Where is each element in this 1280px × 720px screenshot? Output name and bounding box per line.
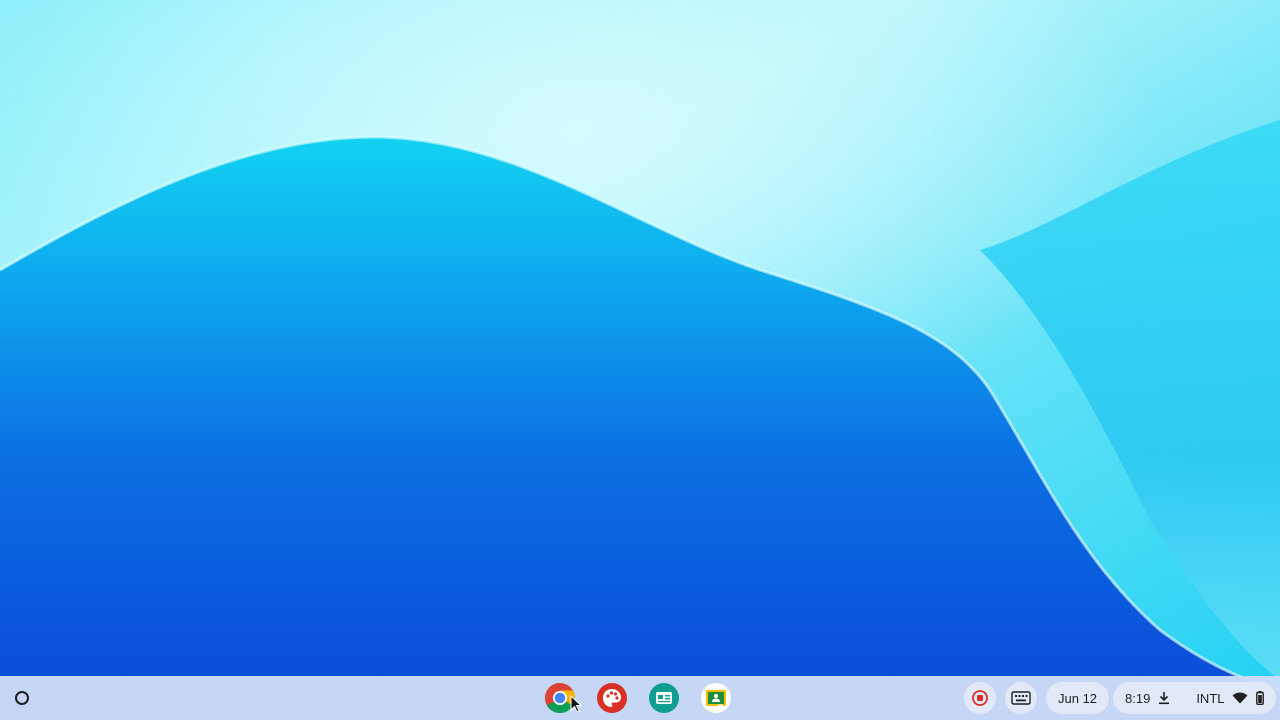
shelf: Jun 12 8:19 INTL [0, 676, 1280, 720]
keyboard-tray [1005, 682, 1037, 714]
download-icon [1159, 692, 1170, 705]
wallpaper [0, 0, 1280, 720]
palette-icon [597, 683, 627, 713]
stop-recording-button[interactable] [964, 682, 996, 714]
virtual-keyboard-button[interactable] [1005, 682, 1037, 714]
system-status-button[interactable]: 8:19 INTL [1113, 682, 1277, 714]
wifi-icon [1232, 692, 1248, 704]
desktop: Jun 12 8:19 INTL [0, 0, 1280, 720]
canvas-app-button[interactable] [594, 680, 630, 716]
launcher-button[interactable] [4, 680, 40, 716]
stop-recording-icon [972, 690, 988, 706]
date-label: Jun 12 [1058, 690, 1098, 706]
keyboard-icon [1011, 691, 1031, 705]
screencast-app-button[interactable] [646, 680, 682, 716]
screencast-icon [649, 683, 679, 713]
status-tray: 8:19 INTL [1113, 682, 1277, 714]
classroom-app-button[interactable] [698, 680, 734, 716]
classroom-icon [701, 683, 731, 713]
date-button[interactable]: Jun 12 [1046, 682, 1110, 714]
time-label: 8:19 [1125, 690, 1151, 706]
screen-record-tray [964, 682, 996, 714]
date-tray: Jun 12 [1046, 682, 1110, 714]
launcher-circle-icon [15, 691, 29, 705]
battery-icon [1256, 691, 1265, 705]
mouse-cursor-icon [570, 695, 582, 713]
ime-label: INTL [1196, 690, 1225, 706]
